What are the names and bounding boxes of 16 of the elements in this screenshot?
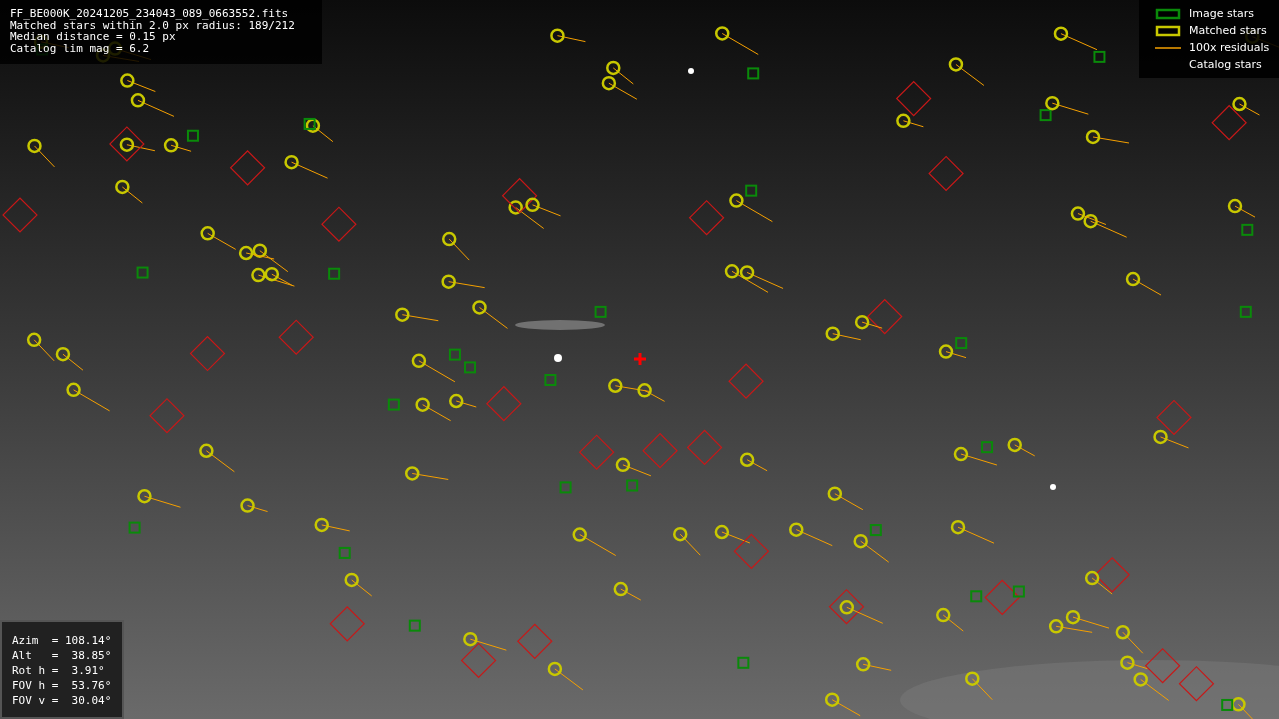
legend-label: Catalog stars <box>1189 58 1262 71</box>
info-text: FF_BE000K_20241205_234043_089_0663552.fits <box>10 8 290 20</box>
legend-label: Matched stars <box>1189 24 1267 37</box>
pointing-text: Azim = 108.14° <box>12 634 113 647</box>
pointing-text: FOV v = 30.04° <box>12 694 113 707</box>
matched-stars-swatch-icon <box>1155 23 1181 38</box>
image-stars-swatch-icon <box>1155 6 1181 21</box>
legend-label: 100x residuals <box>1189 41 1270 54</box>
info-text: Matched stars within 2.0 px radius: 189/212 <box>10 19 296 31</box>
info-text: Median distance = 0.15 px <box>10 31 176 43</box>
legend-label: Image stars <box>1189 7 1254 20</box>
pointing-text: FOV h = 53.76° <box>12 679 113 692</box>
residual-line-icon <box>1155 46 1181 49</box>
pointing-text: Rot h = 3.91° <box>12 664 106 677</box>
info-text: Catalog lim mag = 6.2 <box>10 42 151 54</box>
pointing-text: Alt = 38.85° <box>12 649 113 662</box>
